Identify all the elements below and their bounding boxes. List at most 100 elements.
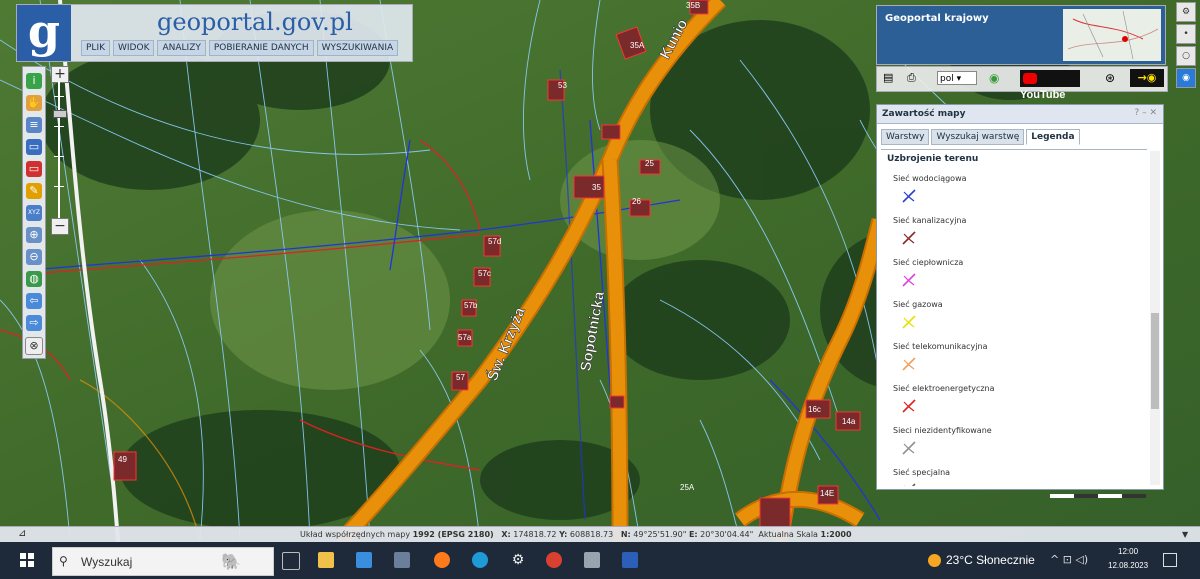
chevron-down-icon[interactable]: ▼: [1182, 530, 1188, 539]
legend-swatch: [904, 483, 916, 486]
legend-item-label: Sieć specjalna: [893, 468, 951, 477]
settings-gear-icon[interactable]: ⚙: [510, 552, 526, 568]
sun-icon: [928, 554, 941, 568]
legend-item-label: Sieć ciepłownicza: [893, 258, 964, 267]
high-contrast-button[interactable]: →◉: [1130, 69, 1164, 87]
parcel-label: 35A: [630, 41, 645, 50]
pan-hand-icon[interactable]: ✋: [26, 95, 42, 111]
info-icon[interactable]: i: [26, 73, 42, 89]
window-icon[interactable]: ⊿: [18, 528, 26, 539]
zoom-out-icon[interactable]: ⊖: [26, 249, 42, 265]
tab-legenda[interactable]: Legenda: [1026, 129, 1080, 145]
parcel-label: 26: [632, 197, 641, 206]
print-icon[interactable]: ⎙: [907, 71, 916, 85]
crs-prefix: Układ współrzędnych mapy: [300, 530, 413, 539]
globe-icon[interactable]: ◍: [26, 271, 42, 287]
xyz-icon[interactable]: XYZ: [26, 205, 42, 221]
chrome-icon[interactable]: [546, 552, 562, 568]
zoom-in-icon[interactable]: ⊕: [26, 227, 42, 243]
system-tray[interactable]: ^ ⊡ ◁): [1050, 553, 1088, 566]
left-toolbar: i ✋ ≡ ▭ ▭ ✎ XYZ ⊕ ⊖ ◍ ⇦ ⇨ ⊗: [22, 66, 46, 359]
edge-icon[interactable]: [472, 552, 488, 568]
y-label: Y:: [559, 530, 568, 539]
task-view-icon[interactable]: [282, 552, 300, 570]
circle-icon[interactable]: ○: [1176, 46, 1196, 66]
file-explorer-icon[interactable]: [318, 552, 334, 568]
legend-header: Zawartość mapy ? – ✕: [877, 105, 1163, 124]
scrollbar-thumb[interactable]: [1151, 313, 1159, 409]
parcel-label: 35B: [686, 1, 700, 10]
main-menu: PLIK WIDOK ANALIZY POBIERANIE DANYCH WYS…: [81, 40, 399, 56]
forward-arrow-icon[interactable]: ⇨: [26, 315, 42, 331]
menu-widok[interactable]: WIDOK: [113, 40, 155, 56]
menu-plik[interactable]: PLIK: [81, 40, 110, 56]
help-icon[interactable]: ◉: [989, 71, 999, 85]
clock[interactable]: 12:00 12.08.2023: [1108, 545, 1148, 573]
document-icon[interactable]: ▤: [883, 71, 893, 84]
scale-value: 1:2000: [820, 530, 852, 539]
legend-swatch: [902, 441, 916, 455]
legend-title: Zawartość mapy: [882, 109, 966, 119]
legend-body: Uzbrojenie terenu Sieć wodociągowa Sieć k…: [881, 149, 1147, 486]
zoom-handle[interactable]: [53, 110, 67, 118]
deselect-icon[interactable]: ▭: [26, 161, 42, 177]
zoom-tick: [54, 126, 64, 127]
store-icon[interactable]: [356, 552, 372, 568]
overview-panel: Geoportal krajowy: [876, 5, 1166, 65]
taskbar-search[interactable]: ⚲ Wyszukaj 🐘: [52, 547, 274, 576]
notification-icon[interactable]: [1163, 553, 1177, 567]
legend-item-label: Sieć elektroenergetyczna: [893, 384, 995, 393]
site-title-rest: eoportal.gov.pl: [172, 8, 353, 36]
geoportal-logo[interactable]: g: [17, 5, 71, 61]
legend-swatch: [902, 315, 916, 329]
back-arrow-icon[interactable]: ⇦: [26, 293, 42, 309]
zoom-slider[interactable]: + −: [50, 66, 69, 235]
select-area-icon[interactable]: ▭: [26, 139, 42, 155]
youtube-button[interactable]: YouTube: [1020, 70, 1080, 101]
clock-date: 12.08.2023: [1108, 561, 1149, 570]
legend-item-label: Sieć gazowa: [893, 300, 943, 309]
dot-icon[interactable]: •: [1176, 24, 1196, 44]
parcel-label: 57d: [488, 237, 501, 246]
weather-widget[interactable]: 23°C Słonecznie: [928, 553, 1035, 568]
status-bar: ⊿ Układ współrzędnych mapy 1992 (EPSG 21…: [0, 526, 1200, 543]
legend-section-title: Uzbrojenie terenu: [887, 154, 979, 164]
parcel-label: 25A: [680, 483, 695, 492]
menu-analizy[interactable]: ANALIZY: [157, 40, 206, 56]
parcel-label: 57b: [464, 301, 478, 310]
settings-icon[interactable]: ⚙: [1176, 2, 1196, 22]
parcel-label: 57c: [478, 269, 491, 278]
calculator-icon[interactable]: [394, 552, 410, 568]
pencil-icon[interactable]: ✎: [26, 183, 42, 199]
tab-wyszukaj-warstwe[interactable]: Wyszukaj warstwę: [931, 129, 1025, 145]
document-icon[interactable]: ≡: [26, 117, 42, 133]
scale-bar: [1050, 494, 1146, 498]
youtube-label: YouTube: [1020, 89, 1066, 101]
coordinates-readout: Układ współrzędnych mapy 1992 (EPSG 2180…: [300, 530, 852, 539]
eye-icon[interactable]: ◉: [1176, 68, 1196, 88]
legend-item-label: Sieć kanalizacyjna: [893, 216, 967, 225]
language-select[interactable]: pol ▾: [937, 71, 977, 85]
n-value: 49°25'51.90": [633, 530, 687, 539]
chevron-down-icon: ▾: [956, 74, 962, 84]
parcel-label: 57: [456, 373, 465, 382]
usb-icon[interactable]: [584, 552, 600, 568]
legend-item-label: Sieć telekomunikacyjna: [893, 342, 988, 351]
zoom-tick: [54, 186, 64, 187]
tab-warstwy[interactable]: Warstwy: [881, 129, 930, 145]
legend-scrollbar[interactable]: [1150, 151, 1160, 485]
crosshair-icon[interactable]: ⊗: [25, 337, 43, 355]
x-value: 174818.72: [513, 530, 557, 539]
parcel-label: 35: [592, 183, 601, 192]
panel-controls[interactable]: ? – ✕: [1134, 108, 1157, 118]
windows-start-icon[interactable]: [20, 553, 34, 567]
parcel-label: 25: [645, 159, 654, 168]
menu-pobieranie-danych[interactable]: POBIERANIE DANYCH: [208, 40, 314, 56]
firefox-icon[interactable]: [434, 552, 450, 568]
zoom-in-button[interactable]: +: [51, 66, 69, 83]
zoom-out-button[interactable]: −: [51, 218, 69, 235]
word-icon[interactable]: [622, 552, 638, 568]
overview-minimap[interactable]: [1063, 9, 1161, 61]
menu-wyszukiwania[interactable]: WYSZUKIWANIA: [316, 40, 399, 56]
accessibility-icon[interactable]: ⊛: [1105, 71, 1115, 85]
